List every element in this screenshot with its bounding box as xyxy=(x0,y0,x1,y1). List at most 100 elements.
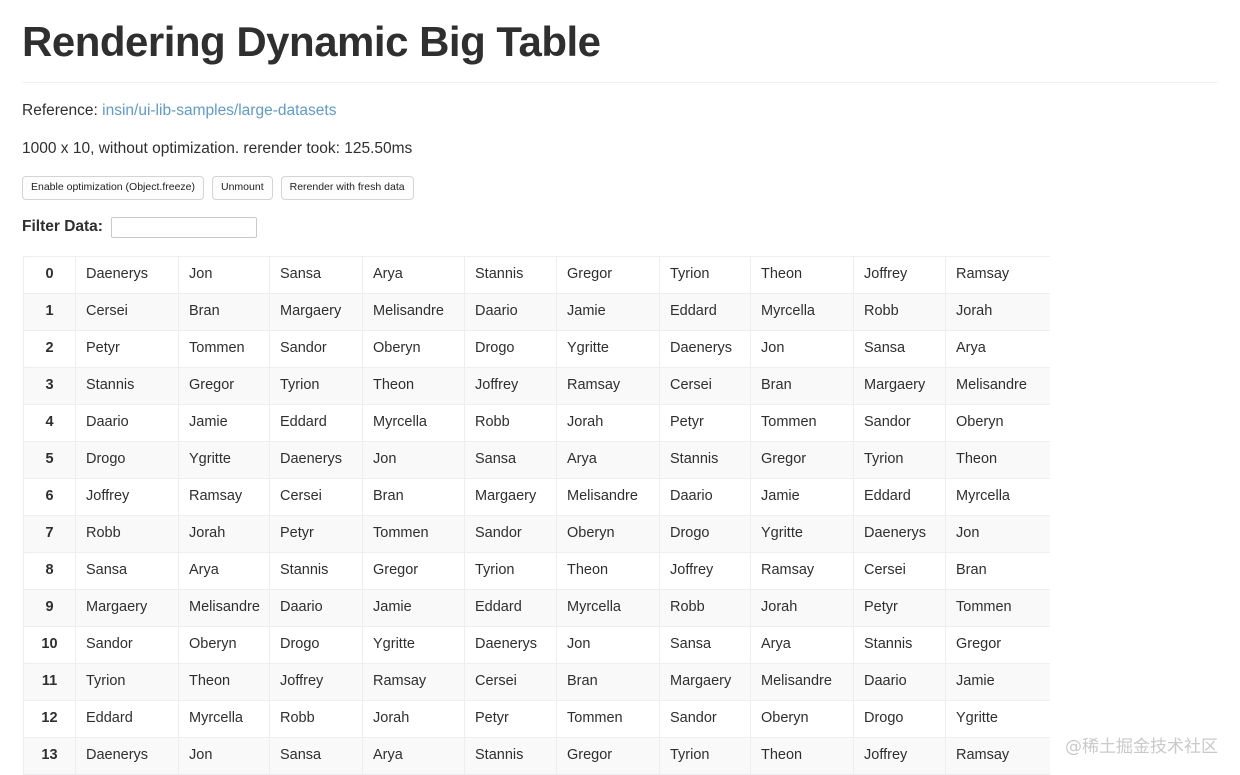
table-cell: Melisandre xyxy=(556,477,660,516)
table-cell: Ramsay xyxy=(750,551,854,590)
table-row: 11 Tyrion Theon Joffrey Ramsay Cersei Bran Marg… xyxy=(23,662,1050,701)
table-cell: Ramsay xyxy=(362,662,465,701)
row-index-cell: 5 xyxy=(23,440,76,479)
table-cell: Gregor xyxy=(178,366,270,405)
table-cell: Jorah xyxy=(945,292,1050,331)
table-row: 6 Joffrey Ramsay Cersei Bran Margaery Melisand… xyxy=(23,477,1050,516)
filter-row: Filter Data: xyxy=(0,200,1240,238)
table-cell: Arya xyxy=(750,625,854,664)
table-cell: Arya xyxy=(556,440,660,479)
table-cell: Drogo xyxy=(75,440,179,479)
table-cell: Sansa xyxy=(75,551,179,590)
row-index-cell: 13 xyxy=(23,736,76,775)
table-cell: Sansa xyxy=(269,736,363,775)
table-cell: Joffrey xyxy=(853,255,946,294)
table-cell: Gregor xyxy=(556,736,660,775)
table-cell: Joffrey xyxy=(75,477,179,516)
table-cell: Jon xyxy=(945,514,1050,553)
table-cell: Theon xyxy=(750,736,854,775)
table-cell: Tommen xyxy=(945,588,1050,627)
row-index-cell: 12 xyxy=(23,699,76,738)
table-cell: Jon xyxy=(750,329,854,368)
table-cell: Tommen xyxy=(178,329,270,368)
table-cell: Jon xyxy=(362,440,465,479)
rerender-button[interactable]: Rerender with fresh data xyxy=(280,176,414,200)
table-row: 8 Sansa Arya Stannis Gregor Tyrion Theon Joffre… xyxy=(23,551,1050,590)
table-cell: Jon xyxy=(556,625,660,664)
table-cell: Ramsay xyxy=(556,366,660,405)
table-cell: Tommen xyxy=(362,514,465,553)
table-cell: Cersei xyxy=(853,551,946,590)
table-cell: Arya xyxy=(362,255,465,294)
table-cell: Petyr xyxy=(464,699,557,738)
table-cell: Stannis xyxy=(659,440,751,479)
big-table: 0 Daenerys Jon Sansa Arya Stannis Gregor Tyrion… xyxy=(23,255,1050,775)
table-cell: Stannis xyxy=(75,366,179,405)
table-cell: Stannis xyxy=(464,255,557,294)
filter-input[interactable] xyxy=(110,216,257,238)
table-cell: Myrcella xyxy=(362,403,465,442)
table-cell: Jorah xyxy=(362,699,465,738)
table-cell: Robb xyxy=(464,403,557,442)
row-index-cell: 9 xyxy=(23,588,76,627)
table-cell: Tyrion xyxy=(659,736,751,775)
table-cell: Eddard xyxy=(464,588,557,627)
table-row: 13 Daenerys Jon Sansa Arya Stannis Gregor Tyrio… xyxy=(23,736,1050,775)
table-cell: Eddard xyxy=(269,403,363,442)
big-table-container[interactable]: 0 Daenerys Jon Sansa Arya Stannis Gregor Tyrion… xyxy=(23,255,1050,775)
table-cell: Daario xyxy=(853,662,946,701)
table-cell: Bran xyxy=(178,292,270,331)
table-cell: Jorah xyxy=(750,588,854,627)
table-cell: Joffrey xyxy=(853,736,946,775)
table-cell: Cersei xyxy=(464,662,557,701)
table-cell: Myrcella xyxy=(178,699,270,738)
row-index-cell: 10 xyxy=(23,625,76,664)
table-cell: Stannis xyxy=(853,625,946,664)
table-cell: Tommen xyxy=(556,699,660,738)
row-index-cell: 3 xyxy=(23,366,76,405)
table-cell: Arya xyxy=(945,329,1050,368)
table-cell: Sandor xyxy=(853,403,946,442)
table-cell: Oberyn xyxy=(750,699,854,738)
table-cell: Ygritte xyxy=(362,625,465,664)
enable-optimization-button[interactable]: Enable optimization (Object.freeze) xyxy=(22,176,204,200)
table-cell: Eddard xyxy=(853,477,946,516)
reference-link[interactable]: insin/ui-lib-samples/large-datasets xyxy=(102,102,336,119)
table-cell: Margaery xyxy=(659,662,751,701)
table-cell: Joffrey xyxy=(464,366,557,405)
table-cell: Ygritte xyxy=(945,699,1050,738)
page-root: Rendering Dynamic Big Table Reference: i… xyxy=(0,0,1240,775)
page-title: Rendering Dynamic Big Table xyxy=(22,18,601,65)
table-cell: Robb xyxy=(269,699,363,738)
table-cell: Cersei xyxy=(269,477,363,516)
table-cell: Gregor xyxy=(556,255,660,294)
table-cell: Bran xyxy=(556,662,660,701)
table-cell: Theon xyxy=(945,440,1050,479)
table-cell: Ramsay xyxy=(945,736,1050,775)
table-cell: Margaery xyxy=(269,292,363,331)
table-cell: Sandor xyxy=(659,699,751,738)
table-cell: Margaery xyxy=(853,366,946,405)
table-cell: Bran xyxy=(750,366,854,405)
table-cell: Melisandre xyxy=(362,292,465,331)
table-cell: Tyrion xyxy=(659,255,751,294)
table-cell: Jamie xyxy=(556,292,660,331)
table-cell: Ygritte xyxy=(178,440,270,479)
table-cell: Theon xyxy=(362,366,465,405)
table-cell: Cersei xyxy=(75,292,179,331)
reference-line: Reference: insin/ui-lib-samples/large-da… xyxy=(0,83,1240,120)
table-cell: Tyrion xyxy=(464,551,557,590)
unmount-button[interactable]: Unmount xyxy=(212,176,273,200)
table-row: 10 Sandor Oberyn Drogo Ygritte Daenerys Jon San… xyxy=(23,625,1050,664)
big-table-body: 0 Daenerys Jon Sansa Arya Stannis Gregor Tyrion… xyxy=(23,255,1050,775)
row-index-cell: 0 xyxy=(23,255,76,294)
table-cell: Jamie xyxy=(945,662,1050,701)
table-cell: Daario xyxy=(464,292,557,331)
table-cell: Sandor xyxy=(464,514,557,553)
table-row: 4 Daario Jamie Eddard Myrcella Robb Jorah Petyr… xyxy=(23,403,1050,442)
table-cell: Sansa xyxy=(659,625,751,664)
table-cell: Joffrey xyxy=(269,662,363,701)
table-cell: Melisandre xyxy=(178,588,270,627)
table-cell: Sandor xyxy=(75,625,179,664)
table-cell: Myrcella xyxy=(945,477,1050,516)
